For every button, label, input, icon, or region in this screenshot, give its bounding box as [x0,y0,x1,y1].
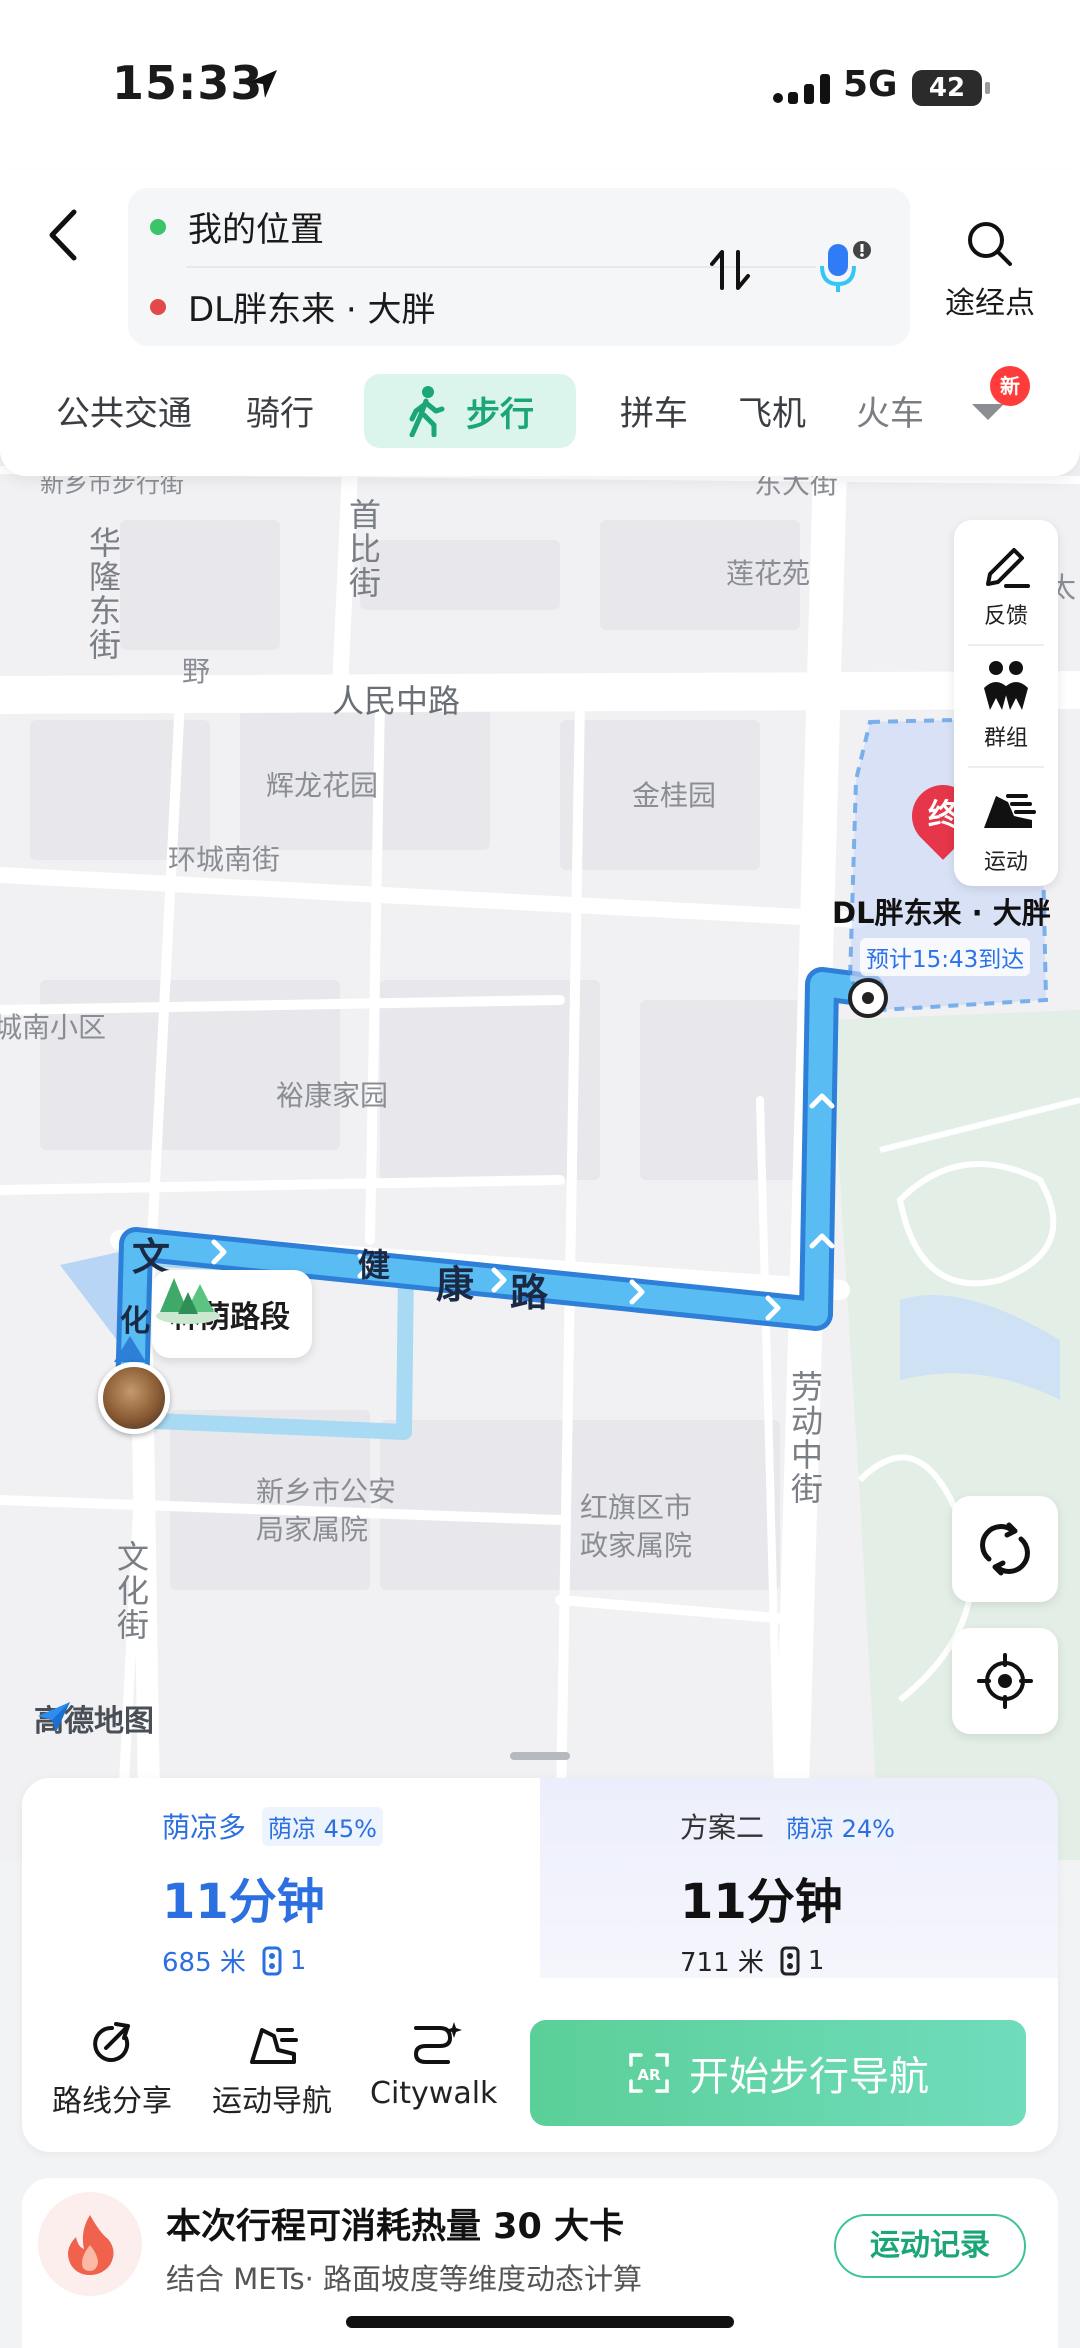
sport-shoe-icon [250,2028,298,2064]
tab-carpool[interactable]: 拼车 [620,386,688,435]
route-road-label: 健 [358,1246,391,1284]
map-label: 新乡市公安 [256,1475,397,1508]
swap-icon[interactable] [708,246,752,294]
origin-dot [150,218,166,235]
map-label: 金桂园 [632,779,717,812]
map-label: 文化街 [112,1540,150,1642]
locate-me-button[interactable] [952,1628,1058,1734]
map-label: 环城南街 [168,843,281,876]
svg-text:AR: AR [637,2066,661,2084]
status-bar: 15:33 5G 42 [0,0,1080,170]
sport-button[interactable]: 运动 [954,782,1058,876]
status-time: 15:33 [112,56,264,110]
tab-cycling[interactable]: 骑行 [246,386,314,435]
sport-record-button[interactable]: 运动记录 [834,2214,1026,2278]
traffic-light-icon [262,1946,282,1975]
fire-icon-wrap [38,2192,142,2296]
travel-mode-tabs: 公共交通 骑行 步行 拼车 飞机 火车 新 [0,366,1080,450]
plan-card-1[interactable]: 荫凉多 荫凉 45% 11分钟 685 米 1 [162,1806,383,1979]
network-type: 5G [843,64,898,105]
start-walking-navigation-button[interactable]: AR 开始步行导航 [530,2020,1026,2126]
fire-icon [68,2215,114,2275]
route-header: 我的位置 DL胖东来 · 大胖 途经点 公共交通 骑行 步行 拼车 飞机 火车 … [0,170,1080,476]
shade-segment-tag[interactable]: 林荫路段 [152,1270,312,1358]
user-location-avatar[interactable] [98,1362,170,1434]
new-badge: 新 [990,366,1030,406]
feedback-button[interactable]: 反馈 [954,536,1058,630]
origin-field[interactable]: 我的位置 [150,202,324,251]
amap-logo: 高德地图 [34,1696,154,1740]
map-label: 野 [182,655,211,688]
drag-handle[interactable] [510,1752,570,1760]
group-icon [984,661,1028,710]
citywalk-icon [413,2022,462,2064]
search-icon [968,222,1012,266]
calorie-title: 本次行程可消耗热量 30 大卡 [166,2207,625,2247]
walking-icon [409,386,445,437]
traffic-light-icon [780,1946,800,1975]
map-label: 红旗区市 [580,1491,693,1524]
sport-shoe-icon [984,794,1036,828]
destination-field[interactable]: DL胖东来 · 大胖 [150,282,436,331]
map-label: 首比街 [344,498,382,600]
tab-train[interactable]: 火车 [856,386,924,435]
map-label: 政家属院 [580,1529,693,1562]
map-label: 劳动中街 [786,1370,824,1506]
home-indicator [346,2316,734,2328]
route-plans-sheet: 荫凉多 荫凉 45% 11分钟 685 米 1 方案二 荫凉 24% 11分钟 … [22,1778,1058,2152]
location-arrow-icon [249,70,277,98]
route-input-box: 我的位置 DL胖东来 · 大胖 [128,188,910,346]
tree-icon [156,1278,220,1324]
map-label: 辉龙花园 [266,769,379,802]
ar-icon: AR [629,2053,669,2093]
sport-navigation-button[interactable]: 运动导航 [212,2018,332,2120]
back-arrow-icon[interactable] [36,200,92,270]
battery-indicator: 42 [912,70,990,106]
tab-walking[interactable]: 步行 [364,374,576,448]
destination-label[interactable]: DL胖东来 · 大胖 [832,890,1051,932]
group-button[interactable]: 群组 [954,658,1058,752]
map-label: 城南小区 [0,1011,107,1044]
tab-transit[interactable]: 公共交通 [56,386,192,435]
locate-icon [977,1653,1033,1709]
amap-logo-icon [38,1702,70,1732]
tab-flight[interactable]: 飞机 [738,386,806,435]
map-label: 莲花苑 [726,557,811,590]
refresh-route-button[interactable] [952,1496,1058,1602]
waypoint-button[interactable]: 途经点 [930,218,1050,322]
route-share-button[interactable]: 路线分享 [52,2018,172,2120]
route-road-label: 康 [436,1263,475,1307]
map-label: 局家属院 [256,1513,369,1546]
plan-card-2[interactable]: 方案二 荫凉 24% 11分钟 711 米 1 [680,1806,901,1979]
route-road-label: 化 [120,1304,150,1339]
citywalk-button[interactable]: Citywalk [370,2018,497,2111]
map-label: 裕康家园 [276,1079,389,1112]
eta-badge: 预计15:43到达 [860,938,1031,976]
map-toolbar: 反馈 群组 运动 [954,520,1058,886]
route-road-label: 路 [510,1271,549,1315]
map-label: 华隆东街 [84,526,122,662]
pencil-icon [986,548,1030,588]
share-icon [93,2022,130,2062]
voice-input-icon[interactable] [816,236,876,296]
refresh-icon [980,1522,1030,1576]
map-label: 人民中路 [332,682,461,720]
signal-icon [773,74,830,104]
calorie-subtitle: 结合 METs· 路面坡度等维度动态计算 [166,2262,643,2296]
destination-dot [150,298,166,315]
